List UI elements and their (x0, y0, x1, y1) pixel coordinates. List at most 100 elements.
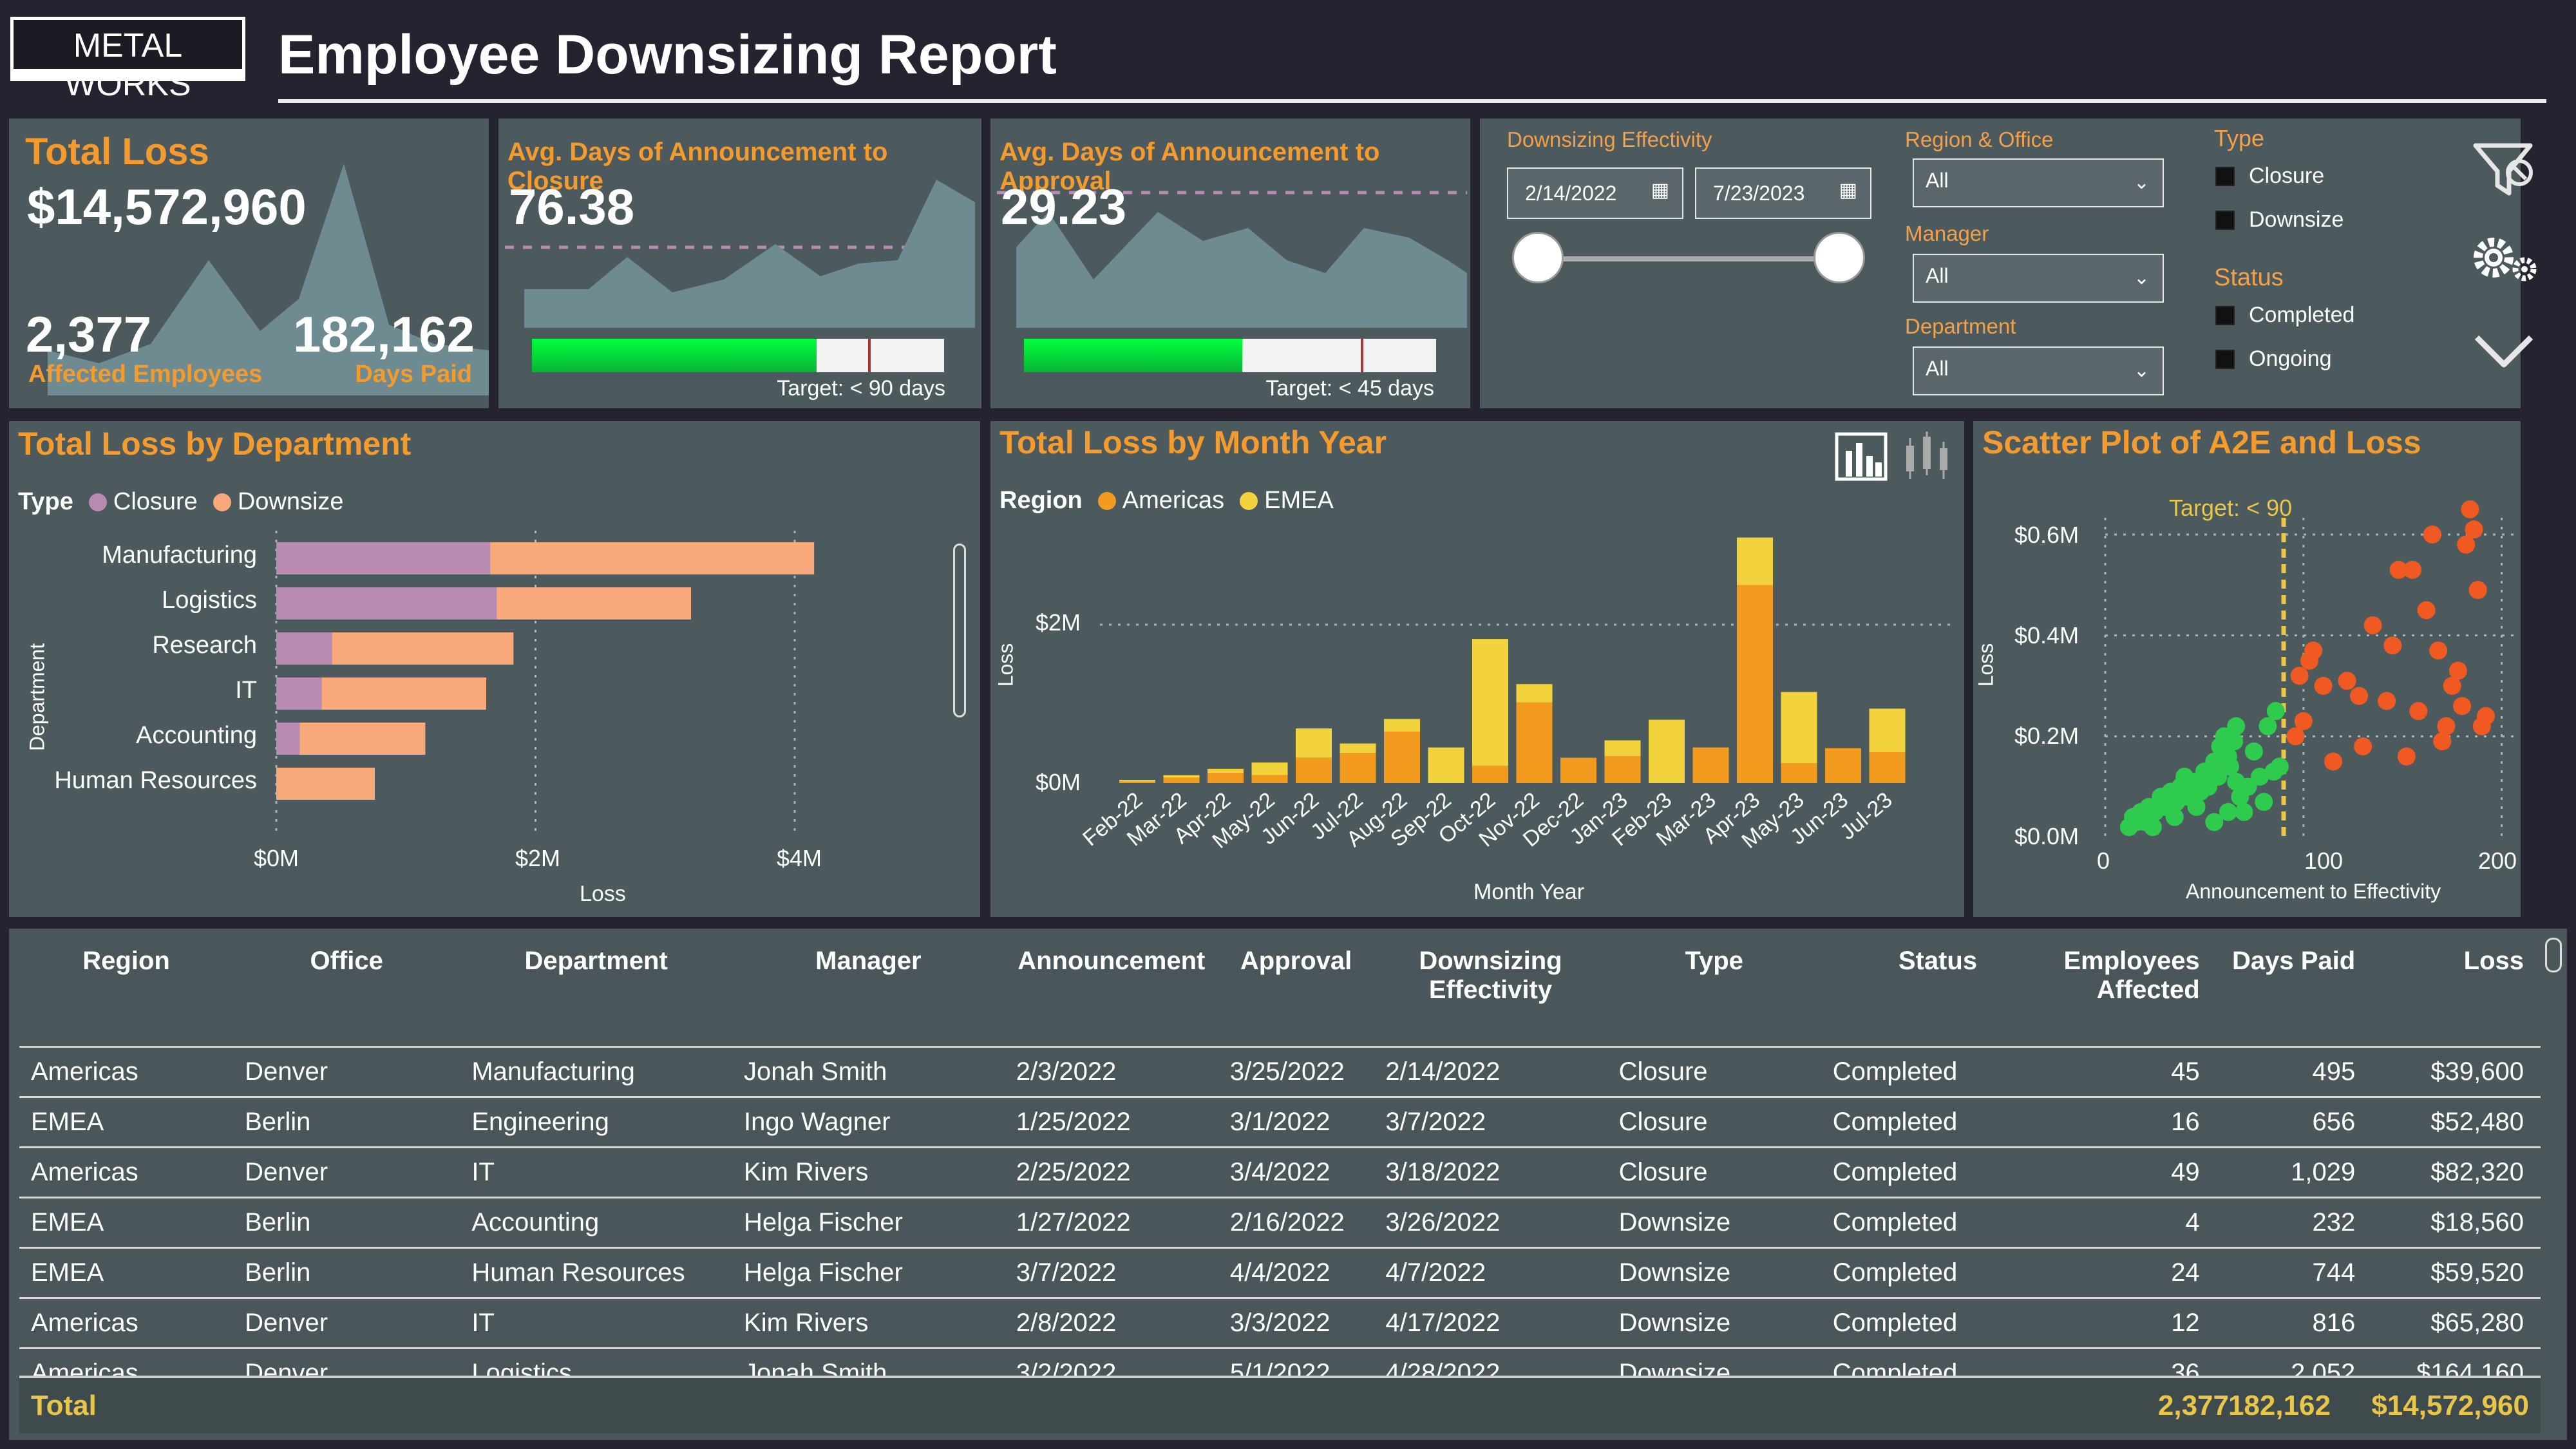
calendar-icon[interactable]: ▦ (1651, 179, 1669, 202)
scatter-point-missed[interactable] (2354, 737, 2372, 755)
dept-bar-downsize[interactable] (332, 632, 514, 665)
month-bar-emea[interactable] (1208, 768, 1244, 773)
scatter-point-missed[interactable] (2468, 581, 2487, 600)
scatter-point-missed[interactable] (2477, 707, 2495, 725)
date-range-slider-handle-start[interactable] (1512, 232, 1564, 283)
month-bar-americas[interactable] (1516, 702, 1553, 783)
month-bar-emea[interactable] (1384, 719, 1420, 732)
type-option-closure[interactable]: Closure (2215, 164, 2324, 189)
scatter-point-missed[interactable] (2453, 697, 2472, 715)
month-bar-americas[interactable] (1869, 752, 1906, 783)
month-bar-emea[interactable] (1163, 775, 1200, 778)
scatter-point-missed[interactable] (2383, 636, 2402, 655)
month-bar-emea[interactable] (1251, 762, 1288, 775)
clear-filter-icon[interactable] (2469, 134, 2540, 205)
column-header[interactable]: Department (460, 940, 733, 1048)
scatter-point-met[interactable] (2143, 818, 2162, 837)
status-option-completed[interactable]: Completed (2215, 303, 2354, 328)
month-bar-americas[interactable] (1296, 757, 1332, 783)
month-bar-emea[interactable] (1649, 719, 1685, 783)
scatter-point-met[interactable] (2235, 802, 2253, 821)
month-bar-emea[interactable] (1119, 780, 1155, 782)
month-bar-americas[interactable] (1251, 775, 1288, 783)
month-bar-americas[interactable] (1737, 585, 1773, 784)
scatter-point-missed[interactable] (2290, 667, 2309, 685)
month-bar-americas[interactable] (1781, 763, 1817, 783)
date-range-slider-track[interactable] (1537, 256, 1841, 261)
column-header[interactable]: Region (19, 940, 234, 1048)
kpi-closure-card[interactable]: Avg. Days of Announcement to Closure 76.… (498, 118, 981, 408)
scatter-point-missed[interactable] (2417, 601, 2436, 620)
region-dropdown[interactable]: All ⌄ (1913, 158, 2164, 207)
scatter-point-met[interactable] (2165, 808, 2184, 826)
month-bar-americas[interactable] (1560, 757, 1596, 783)
table-row[interactable]: Americas Denver IT Kim Rivers 2/25/2022 3/4/2… (19, 1147, 2541, 1198)
scatter-point-missed[interactable] (2433, 732, 2452, 751)
table-row[interactable]: EMEA Berlin Human Resources Helga Fischer 3/… (19, 1247, 2541, 1299)
scatter-point-missed[interactable] (2378, 692, 2396, 710)
dept-bar-downsize[interactable] (321, 677, 487, 710)
month-bar-emea[interactable] (1869, 708, 1906, 753)
month-bar-chart[interactable]: Feb-22Mar-22Apr-22May-22Jun-22Jul-22Aug-… (990, 421, 1964, 885)
month-bar-americas[interactable] (1472, 765, 1508, 783)
month-bar-emea[interactable] (1781, 692, 1817, 764)
scatter-point-met[interactable] (2255, 793, 2273, 811)
scatter-point-missed[interactable] (2363, 616, 2382, 634)
month-bar-emea[interactable] (1737, 537, 1773, 585)
table-scrollbar[interactable] (2545, 938, 2562, 972)
scatter-point-missed[interactable] (2294, 712, 2313, 730)
status-option-ongoing[interactable]: Ongoing (2215, 346, 2332, 372)
chevron-down-icon[interactable] (2472, 326, 2536, 377)
scatter-point-met[interactable] (2227, 717, 2246, 735)
scatter-point-missed[interactable] (2338, 672, 2356, 690)
dept-bar-downsize[interactable] (276, 768, 375, 800)
department-dropdown[interactable]: All ⌄ (1913, 346, 2164, 395)
dept-chart-scrollbar[interactable] (953, 544, 966, 717)
dept-bar-closure[interactable] (276, 632, 332, 665)
scatter-point-met[interactable] (2205, 813, 2224, 831)
kpi-total-loss-card[interactable]: Total Loss $14,572,960 2,377 Affected Em… (9, 118, 489, 408)
checkbox[interactable] (2215, 210, 2235, 230)
type-option-downsize[interactable]: Downsize (2215, 207, 2344, 232)
month-bar-emea[interactable] (1516, 684, 1553, 703)
dept-bar-downsize[interactable] (299, 723, 426, 755)
scatter-point-met[interactable] (2187, 798, 2206, 816)
date-to-input[interactable]: 7/23/2023 ▦ (1695, 167, 1871, 219)
dept-bar-closure[interactable] (276, 723, 300, 755)
dept-bar-downsize[interactable] (490, 542, 815, 574)
scatter-point-missed[interactable] (2461, 500, 2479, 518)
month-bar-emea[interactable] (1296, 728, 1332, 758)
scatter-point-missed[interactable] (2324, 752, 2342, 771)
month-bar-emea[interactable] (1472, 639, 1508, 766)
month-bar-emea[interactable] (1340, 743, 1376, 753)
table-row[interactable]: EMEA Berlin Accounting Helga Fischer 1/27/20… (19, 1197, 2541, 1249)
scatter-point-missed[interactable] (2448, 661, 2467, 680)
date-range-slider-handle-end[interactable] (1814, 232, 1865, 283)
month-bar-americas[interactable] (1340, 753, 1376, 783)
scatter-point-missed[interactable] (2437, 717, 2456, 735)
column-header[interactable]: Downsizing Effectivity (1374, 940, 1607, 1048)
column-header[interactable]: Employees Affected (2054, 940, 2217, 1048)
checkbox[interactable] (2215, 166, 2235, 186)
table-row[interactable]: EMEA Berlin Engineering Ingo Wagner 1/25/202… (19, 1097, 2541, 1148)
month-bar-emea[interactable] (1428, 747, 1464, 783)
scatter-point-missed[interactable] (2314, 677, 2333, 695)
scatter-point-met[interactable] (2266, 702, 2285, 721)
dept-bar-chart[interactable]: Manufacturing Logistics Research IT Accounti… (9, 531, 949, 891)
scatter-point-missed[interactable] (2409, 702, 2428, 721)
column-header[interactable]: Status (1821, 940, 2055, 1048)
column-header[interactable]: Announcement (1004, 940, 1218, 1048)
month-bar-americas[interactable] (1604, 756, 1641, 783)
month-bar-americas[interactable] (1692, 747, 1729, 783)
scatter-plot[interactable] (1973, 421, 2521, 872)
column-header[interactable]: Approval (1218, 940, 1374, 1048)
dept-bar-downsize[interactable] (497, 587, 691, 620)
scatter-point-missed[interactable] (2350, 687, 2368, 705)
checkbox[interactable] (2215, 305, 2235, 325)
calendar-icon[interactable]: ▦ (1839, 179, 1857, 202)
column-header[interactable]: Days Paid (2216, 940, 2372, 1048)
checkbox[interactable] (2215, 349, 2235, 369)
scatter-point-missed[interactable] (2397, 747, 2416, 766)
month-bar-americas[interactable] (1163, 777, 1200, 783)
month-bar-americas[interactable] (1384, 732, 1420, 783)
